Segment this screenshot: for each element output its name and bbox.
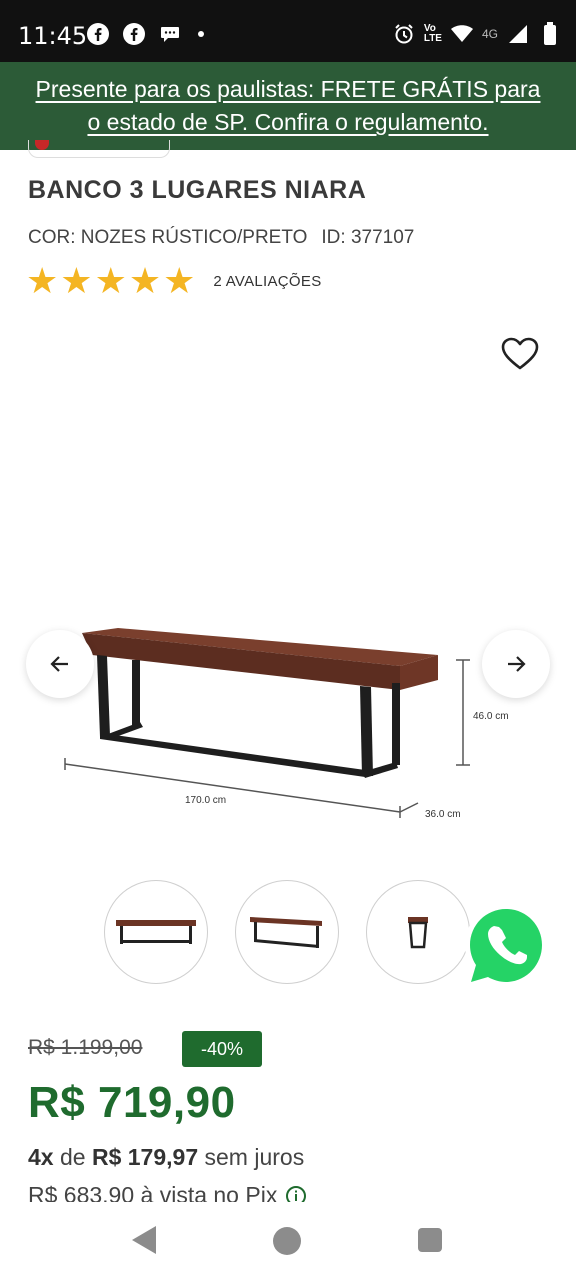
star-icon: ★ (163, 260, 196, 301)
home-button[interactable] (273, 1227, 301, 1255)
dimension-height: 46.0 cm (473, 711, 509, 722)
system-icons: Vo LTE 4G (392, 22, 562, 46)
back-icon[interactable] (130, 1224, 158, 1256)
thumbnail-bench-side (408, 917, 428, 949)
product-meta: COR: NOZES RÚSTICO/PRETO ID: 377107 (28, 227, 414, 249)
favorite-button[interactable] (500, 336, 540, 372)
badge-peek (28, 140, 170, 158)
alarm-icon (392, 22, 416, 46)
network-type: 4G (481, 27, 498, 41)
product-image[interactable]: 46.0 cm 170.0 cm 36.0 cm (0, 590, 576, 850)
star-icon: ★ (128, 260, 162, 301)
previous-image-button[interactable] (26, 630, 94, 698)
thumbnail-2[interactable] (235, 880, 339, 984)
reviews-count[interactable]: 2 AVALIAÇÕES (213, 273, 321, 290)
info-icon[interactable] (285, 1185, 307, 1203)
thumbnail-bench-perspective (250, 917, 322, 948)
bench-illustration: 46.0 cm 170.0 cm 36.0 cm (64, 628, 509, 820)
product-rating[interactable]: ★ ★ ★ ★ ★ 2 AVALIAÇÕES (26, 262, 322, 300)
current-price: R$ 719,90 (28, 1078, 236, 1127)
recent-apps-button[interactable] (418, 1228, 442, 1252)
pix-price: R$ 683,90 à vista no Pix (28, 1182, 428, 1202)
wifi-icon (450, 22, 474, 46)
installments-suffix: sem juros (204, 1144, 305, 1170)
star-icon: ★ (26, 260, 59, 301)
thumbnail-1[interactable] (104, 880, 208, 984)
arrow-right-icon (508, 656, 526, 672)
badge-peek-red (35, 140, 49, 150)
product-color: COR: NOZES RÚSTICO/PRETO (28, 227, 308, 248)
chat-icon (158, 22, 182, 46)
status-time: 11:45 (18, 22, 88, 50)
promo-banner-line2[interactable]: o estado de SP. Confira o regulamento. (87, 109, 488, 135)
facebook-icon (122, 22, 146, 46)
whatsapp-icon (465, 904, 547, 987)
star-icon: ★ (60, 260, 93, 301)
more-notifications-dot (198, 31, 204, 37)
thumbnail-bench-front (116, 920, 196, 944)
installments-count: 4x (28, 1144, 54, 1170)
thumbnail-list (104, 880, 470, 984)
facebook-icon (86, 22, 110, 46)
notification-icons (86, 22, 204, 46)
battery-icon (538, 22, 562, 46)
star-icon: ★ (94, 260, 127, 301)
dimension-depth: 36.0 cm (425, 809, 461, 820)
dimension-length: 170.0 cm (185, 795, 226, 806)
thumbnail-3[interactable] (366, 880, 470, 984)
installments-de: de (59, 1144, 86, 1170)
old-price: R$ 1.199,00 (28, 1036, 143, 1059)
rating-stars: ★ ★ ★ ★ ★ (26, 262, 195, 300)
volte-bottom: LTE (423, 33, 442, 44)
product-title: BANCO 3 LUGARES NIARA (28, 176, 367, 204)
installments: 4x de R$ 179,97 sem juros (28, 1144, 304, 1171)
pix-text: R$ 683,90 à vista no Pix (28, 1182, 278, 1202)
promo-banner-line1[interactable]: Presente para os paulistas: FRETE GRÁTIS… (36, 76, 541, 102)
promo-banner[interactable]: Presente para os paulistas: FRETE GRÁTIS… (0, 62, 576, 150)
product-id: ID: 377107 (321, 227, 415, 248)
heart-icon (501, 337, 539, 370)
navigation-bar (0, 1202, 576, 1280)
discount-badge: -40% (182, 1031, 262, 1067)
whatsapp-button[interactable] (460, 900, 552, 992)
volte-icon: Vo LTE (424, 24, 442, 44)
arrow-left-icon (50, 656, 68, 672)
signal-icon (506, 22, 530, 46)
installments-value: R$ 179,97 (91, 1144, 199, 1170)
next-image-button[interactable] (482, 630, 550, 698)
